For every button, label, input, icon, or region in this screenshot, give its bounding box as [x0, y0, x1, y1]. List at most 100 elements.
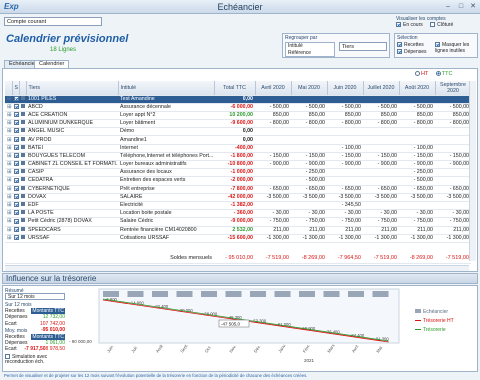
table-row[interactable]: ⊞ CASIP Assurance des locaux -1 000,00 - 250…: [5, 168, 471, 178]
table-row[interactable]: ⊞ ANGEL MUSIC Démo 0,00: [5, 127, 471, 137]
expand-icon[interactable]: ⊞: [5, 176, 12, 186]
intitule-cell: Test Amandine: [118, 95, 214, 104]
col-header[interactable]: Total TTC: [214, 81, 256, 96]
col-header[interactable]: Intitulé: [118, 81, 215, 96]
checkbox-cell[interactable]: [12, 226, 19, 235]
regrouper-option[interactable]: Intitulé: [288, 43, 334, 50]
table-row[interactable]: ⊞ Petit Cédric (2878) DOVAX Salaire Cédric…: [5, 217, 471, 227]
tiers-cell: URSSAF: [26, 234, 118, 243]
checkbox-cell[interactable]: [12, 217, 19, 227]
checkbox-cell[interactable]: [12, 160, 19, 170]
table-row[interactable]: ⊞ 1001 PILES Test Amandine 0,00: [5, 95, 471, 104]
expand-icon[interactable]: ⊞: [5, 193, 12, 202]
checkbox[interactable]: [397, 49, 402, 55]
checkbox-cell[interactable]: [12, 201, 19, 211]
col-header[interactable]: Avril 2020: [255, 81, 292, 96]
checkbox-cell[interactable]: [12, 144, 19, 153]
expand-icon[interactable]: ⊞: [5, 185, 12, 194]
soldes-total: - 95 010,00: [214, 255, 255, 264]
month-cell: - 650,00: [255, 185, 291, 194]
checkbox-cell[interactable]: [12, 111, 19, 121]
bar: [274, 291, 291, 297]
tiers-cell: EDF: [26, 201, 118, 211]
checkbox[interactable]: [5, 353, 10, 359]
checkbox-cell[interactable]: [12, 152, 19, 162]
table-row[interactable]: ⊞ LA POSTE Location boite postale - 360,00-…: [5, 209, 471, 219]
checkbox-cell[interactable]: [12, 127, 19, 137]
checkbox[interactable]: [396, 22, 401, 28]
checkbox-cell[interactable]: [12, 168, 19, 178]
close-icon[interactable]: ✕: [467, 2, 479, 11]
col-header[interactable]: Juillet 2020: [363, 81, 400, 96]
month-cell: - 900,00: [363, 160, 399, 170]
table-row[interactable]: ⊞ ABCD Assurance décennale -6 000,00- 500,0…: [5, 103, 471, 112]
expand-icon[interactable]: ⊞: [5, 152, 12, 162]
checkbox[interactable]: [397, 42, 402, 48]
table-row[interactable]: ⊞ DOVAX SALAIRE -42 000,00 -3 500,00 -3 500,0…: [5, 193, 471, 202]
checkbox[interactable]: [435, 42, 440, 48]
expand-icon[interactable]: ⊞: [5, 160, 12, 170]
radio-ht[interactable]: [415, 71, 420, 77]
col-header[interactable]: Août 2020: [399, 81, 436, 96]
table-row[interactable]: ⊞ BOUYGUES TELECOM Téléphone,Internet et t…: [5, 152, 471, 162]
col-header[interactable]: S: [12, 81, 20, 96]
expand-icon[interactable]: ⊞: [5, 209, 12, 219]
regrouper-value[interactable]: Tiers: [339, 42, 387, 51]
table-row[interactable]: ⊞ CABINET ZL CONSEIL ET FORMATI... Loyer b…: [5, 160, 471, 170]
expand-icon[interactable]: ⊞: [5, 226, 12, 235]
influence-panel: Résumé Sur 12 mois Sur 12 mois Montants T…: [2, 285, 478, 372]
table-row[interactable]: ⊞ EDF Electricité -1 382,00 - 345,50: [5, 201, 471, 211]
month-cell: [435, 176, 471, 186]
account-select[interactable]: Compte courant: [4, 17, 102, 26]
table-row[interactable]: ⊞ ACE CRÉATION Loyer appt N°2 10 200,00 850,…: [5, 111, 471, 121]
month-cell: -1 300,00: [255, 234, 291, 243]
expand-icon[interactable]: ⊞: [5, 144, 12, 153]
regrouper-option[interactable]: Référence: [288, 50, 334, 57]
resume-select[interactable]: Sur 12 mois: [5, 293, 65, 300]
col-header[interactable]: Septembre 2020: [435, 81, 472, 96]
col-header[interactable]: Mai 2020: [291, 81, 328, 96]
expand-icon[interactable]: ⊞: [5, 234, 12, 243]
calendar-panel: HT TTC S Tiers Intitulé Total TTC Avril …: [2, 68, 478, 272]
table-row[interactable]: ⊞ ALUMINIUM DUNKERQUE Loyer bâtiment -9 600…: [5, 119, 471, 129]
col-header[interactable]: Juin 2020: [327, 81, 364, 96]
expand-icon[interactable]: ⊞: [5, 95, 12, 104]
radio-ttc[interactable]: [435, 71, 441, 77]
checkbox[interactable]: [430, 22, 436, 28]
checkbox-cell[interactable]: [12, 234, 19, 243]
table-row[interactable]: ⊞ BATEI Internet -400,00 - 100,00 - 100,00: [5, 144, 471, 153]
checkbox-cell[interactable]: [12, 119, 19, 129]
table-row[interactable]: ⊞ CYBERNETIQUE Prêt entreprise -7 800,00- 6…: [5, 185, 471, 194]
expand-icon[interactable]: ⊞: [5, 127, 12, 137]
expand-icon[interactable]: ⊞: [5, 119, 12, 129]
maximize-icon[interactable]: □: [455, 2, 467, 11]
row-icon: [19, 193, 26, 202]
col-header[interactable]: Tiers: [26, 81, 119, 96]
expand-icon[interactable]: ⊞: [5, 111, 12, 121]
horizontal-scrollbar[interactable]: [5, 265, 469, 271]
vertical-scrollbar[interactable]: [469, 81, 476, 261]
bar: [299, 291, 315, 297]
regrouper-list[interactable]: Intitulé Référence: [285, 42, 335, 57]
table-row[interactable]: ⊞ URSSAF Cotisations URSSAF -15 600,00 -1 30…: [5, 234, 471, 243]
legend-swatch: [415, 329, 421, 331]
checkbox-cell[interactable]: [12, 193, 19, 202]
expand-icon[interactable]: ⊞: [5, 103, 12, 112]
expand-icon[interactable]: ⊞: [5, 168, 12, 178]
checkbox-cell[interactable]: [12, 176, 19, 186]
total-cell: -400,00: [214, 144, 255, 153]
table-row[interactable]: ⊞ SPEEDCARS Rentrée financière CM14020800 2…: [5, 226, 471, 235]
table-row[interactable]: ⊞ AV PROD Amandine1 0,00: [5, 135, 471, 145]
tiers-cell: Petit Cédric (2878) DOVAX: [26, 217, 118, 227]
table-row[interactable]: ⊞ CEDATRA Entretien des espaces verts -2 00…: [5, 176, 471, 186]
checkbox-cell[interactable]: [12, 185, 19, 194]
checkbox-cell[interactable]: [12, 209, 19, 219]
expand-icon[interactable]: ⊞: [5, 217, 12, 227]
checkbox-cell[interactable]: [12, 95, 19, 104]
checkbox-cell[interactable]: [12, 135, 19, 145]
expand-icon[interactable]: ⊞: [5, 201, 12, 211]
tab-calendrier[interactable]: Calendrier: [34, 60, 70, 68]
checkbox-cell[interactable]: [12, 103, 19, 112]
expand-icon[interactable]: ⊞: [5, 135, 12, 145]
minimize-icon[interactable]: –: [442, 2, 454, 11]
